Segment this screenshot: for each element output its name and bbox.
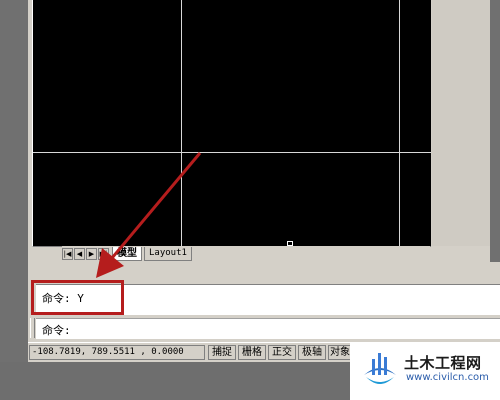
osnap-toggle-button[interactable]: 对象 <box>328 345 352 360</box>
tab-nav-next-button[interactable]: ▶ <box>86 248 97 260</box>
ortho-toggle-button[interactable]: 正交 <box>268 345 296 360</box>
tab-model[interactable]: 模型 <box>112 247 142 261</box>
horizontal-scrollbar[interactable] <box>225 246 430 262</box>
tab-nav-prev-button[interactable]: ◀ <box>74 248 85 260</box>
watermark-logo-icon <box>364 353 396 384</box>
grid-line-horizontal <box>33 152 431 153</box>
drawing-viewport[interactable] <box>32 0 431 247</box>
vertical-scrollbar[interactable] <box>432 0 490 246</box>
polar-toggle-button[interactable]: 极轴 <box>298 345 326 360</box>
command-prompt-label: 命令: <box>42 324 71 337</box>
tab-nav-first-button[interactable]: |◀ <box>62 248 73 260</box>
snap-toggle-button[interactable]: 捕捉 <box>208 345 236 360</box>
coordinate-readout: -108.7819, 789.5511 , 0.0000 <box>29 345 205 360</box>
watermark-title: 土木工程网 <box>404 354 482 372</box>
grid-line-vertical <box>181 0 182 246</box>
watermark-url: www.civilcn.com <box>406 372 489 383</box>
tab-nav-last-button[interactable]: ▶| <box>98 248 109 260</box>
outer-frame-right <box>490 0 500 300</box>
grid-line-vertical <box>399 0 400 246</box>
outer-frame-left <box>0 0 28 400</box>
grid-toggle-button[interactable]: 栅格 <box>238 345 266 360</box>
highlight-box <box>31 280 124 315</box>
command-window-grip[interactable] <box>30 318 35 338</box>
command-input[interactable] <box>36 318 500 339</box>
tab-layout1[interactable]: Layout1 <box>144 247 192 261</box>
